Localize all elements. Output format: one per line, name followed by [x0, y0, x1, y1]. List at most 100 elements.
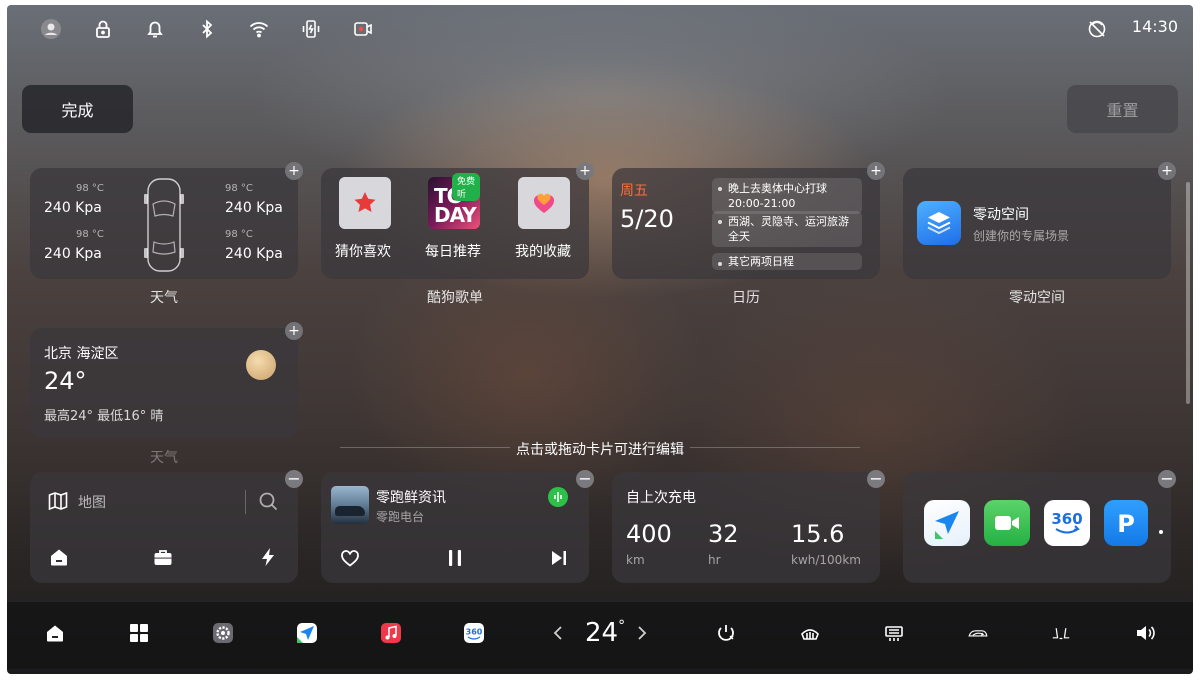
- calendar-event[interactable]: 西湖、灵隐寺、运河旅游 全天: [712, 211, 862, 247]
- event-time: 20:00-21:00: [728, 197, 796, 210]
- avatar-icon[interactable]: [40, 18, 62, 40]
- edit-hint-text: 点击或拖动卡片可进行编辑: [516, 442, 684, 458]
- remove-card-icon[interactable]: −: [576, 470, 594, 488]
- 360-camera-app-icon[interactable]: 360: [1044, 500, 1090, 546]
- remove-card-icon[interactable]: −: [1158, 470, 1176, 488]
- radio-source-icon: [548, 487, 568, 507]
- signal-off-icon[interactable]: [1086, 18, 1108, 40]
- svg-text:360: 360: [1051, 510, 1082, 528]
- event-time: 全天: [728, 230, 750, 243]
- map-divider: [245, 490, 246, 514]
- calendar-event[interactable]: 其它两项日程: [712, 253, 862, 270]
- pause-icon[interactable]: [444, 547, 466, 569]
- free-badge: 免费听: [452, 173, 480, 201]
- phone-charging-icon[interactable]: [300, 18, 322, 40]
- settings-app-icon[interactable]: [212, 622, 234, 644]
- weather-temperature: 24°: [44, 367, 87, 395]
- tire-temp-fr: 98 °C: [225, 183, 253, 194]
- tire-temp-rl: 98 °C: [76, 229, 104, 240]
- more-apps-dot: [1159, 530, 1163, 534]
- done-button[interactable]: 完成: [22, 85, 133, 133]
- calendar-weekday: 周五: [620, 183, 648, 199]
- my-favorites-tile[interactable]: [518, 177, 570, 229]
- weather-card-label: 天气: [150, 450, 178, 466]
- tire-pressure-card[interactable]: 98 °C 240 Kpa 98 °C 240 Kpa 98 °C 240 Kp…: [30, 168, 298, 279]
- remove-card-icon[interactable]: −: [285, 470, 303, 488]
- calendar-card-label: 日历: [732, 290, 760, 306]
- next-track-icon[interactable]: [548, 547, 570, 569]
- scrollbar[interactable]: [1186, 182, 1190, 404]
- sun-icon: [246, 350, 276, 380]
- temp-increase-icon[interactable]: [631, 622, 653, 644]
- music-card-label: 酷狗歌单: [427, 290, 483, 306]
- tire-temp-rr: 98 °C: [225, 229, 253, 240]
- temp-decrease-icon[interactable]: [547, 622, 569, 644]
- charge-efficiency-value: 15.6: [791, 520, 845, 548]
- search-icon[interactable]: [257, 490, 279, 512]
- wifi-icon[interactable]: [248, 18, 270, 40]
- charge-time-unit: hr: [708, 553, 721, 567]
- star-icon: [354, 192, 376, 212]
- calendar-event[interactable]: 晚上去奥体中心打球 20:00-21:00: [712, 178, 862, 214]
- add-card-icon[interactable]: +: [867, 162, 885, 180]
- add-card-icon[interactable]: +: [285, 162, 303, 180]
- music-item-name: 我的收藏: [515, 244, 571, 260]
- weather-summary: 最高24° 最低16° 晴: [44, 409, 164, 424]
- charge-time-value: 32: [708, 520, 739, 548]
- home-icon[interactable]: [44, 622, 66, 644]
- charge-distance-unit: km: [626, 553, 645, 567]
- grid-apps-icon[interactable]: [128, 622, 150, 644]
- rear-defrost-icon[interactable]: [883, 622, 905, 644]
- tire-pressure-rr: 240 Kpa: [225, 246, 283, 262]
- camera-record-icon[interactable]: [352, 18, 374, 40]
- charge-distance-value: 400: [626, 520, 672, 548]
- add-card-icon[interactable]: +: [576, 162, 594, 180]
- bluetooth-icon[interactable]: [196, 18, 218, 40]
- space-card-label: 零动空间: [1009, 290, 1065, 306]
- music-app-icon[interactable]: [380, 622, 402, 644]
- calendar-date: 5/20: [620, 205, 674, 233]
- charging-bolt-icon[interactable]: [257, 546, 279, 568]
- clock: 14:30: [1131, 17, 1178, 36]
- space-subtitle: 创建你的专属场景: [973, 229, 1070, 243]
- guess-you-like-tile[interactable]: [339, 177, 391, 229]
- svg-text:P: P: [1117, 510, 1135, 538]
- radio-subtitle: 零跑电台: [376, 510, 425, 524]
- event-title: 晚上去奥体中心打球: [728, 182, 827, 195]
- like-heart-icon[interactable]: [339, 547, 361, 569]
- daily-recommend-tile[interactable]: TODAY 免费听: [428, 173, 480, 229]
- climate-temp-degree: °: [618, 618, 626, 634]
- map-icon: [48, 491, 68, 511]
- charge-title: 自上次充电: [626, 490, 696, 506]
- space-title: 零动空间: [973, 207, 1029, 223]
- tire-pressure-fr: 240 Kpa: [225, 200, 283, 216]
- work-briefcase-icon[interactable]: [152, 546, 174, 568]
- climate-temperature[interactable]: 24°: [585, 618, 625, 648]
- reset-button[interactable]: 重置: [1067, 85, 1178, 133]
- radio-cover-image: [331, 486, 369, 524]
- air-circulation-icon[interactable]: [963, 622, 993, 644]
- navigation-app-icon[interactable]: [296, 622, 318, 644]
- navigation-app-icon[interactable]: [924, 500, 970, 546]
- climate-temp-value: 24: [585, 618, 619, 648]
- parking-app-icon[interactable]: P: [1104, 500, 1148, 546]
- home-icon[interactable]: [48, 546, 70, 568]
- add-card-icon[interactable]: +: [1158, 162, 1176, 180]
- radio-title: 零跑鲜资讯: [376, 490, 446, 506]
- remove-card-icon[interactable]: −: [867, 470, 885, 488]
- front-defrost-icon[interactable]: [799, 622, 821, 644]
- lock-icon[interactable]: [92, 18, 114, 40]
- seat-heating-icon[interactable]: [1045, 622, 1077, 644]
- map-search-label[interactable]: 地图: [78, 492, 106, 512]
- facetime-app-icon[interactable]: [984, 500, 1030, 546]
- add-card-icon[interactable]: +: [285, 322, 303, 340]
- fan-power-icon[interactable]: [715, 622, 737, 644]
- svg-text:360: 360: [466, 628, 483, 637]
- volume-icon[interactable]: [1134, 622, 1156, 644]
- 360-camera-app-icon[interactable]: 360: [463, 622, 485, 644]
- hint-divider-left: [340, 447, 510, 448]
- bell-icon[interactable]: [144, 18, 166, 40]
- music-item-name: 猜你喜欢: [335, 244, 391, 260]
- car-top-view-icon: [144, 178, 184, 272]
- layers-app-icon: [917, 201, 961, 245]
